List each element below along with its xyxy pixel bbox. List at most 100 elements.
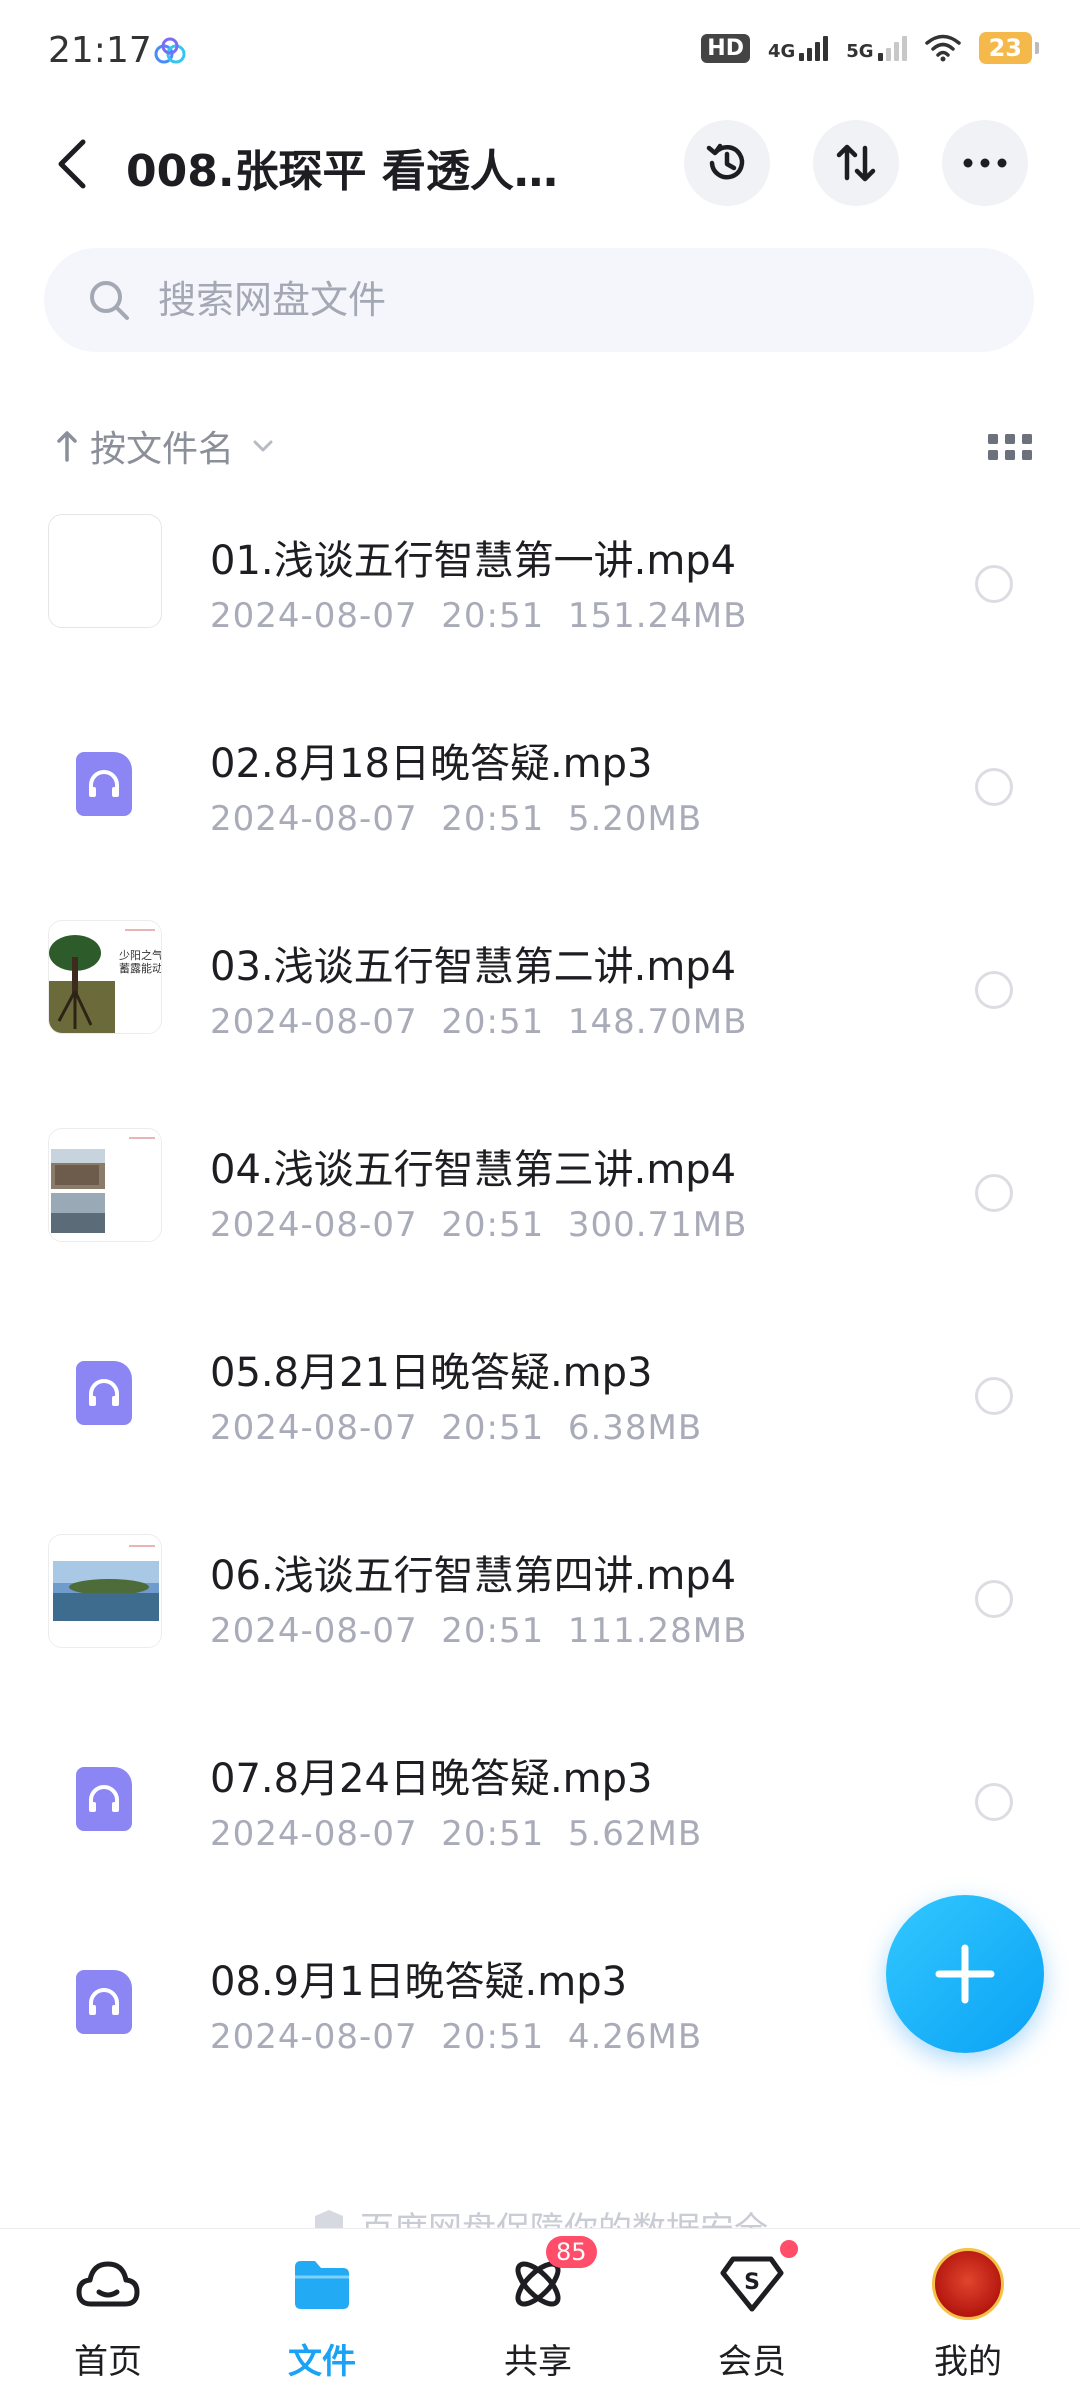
file-date: 2024-08-07 (210, 799, 418, 839)
select-radio[interactable] (975, 1783, 1013, 1821)
history-clock-icon (706, 143, 745, 180)
headphones-icon (89, 1785, 119, 1812)
tab-share[interactable]: 85 共享 (468, 2236, 608, 2398)
sort-up-arrow-icon (57, 431, 77, 462)
baidu-cloud-notification-icon (154, 37, 186, 64)
audio-file-icon (76, 752, 132, 816)
tree-thumbnail-image (49, 921, 161, 1033)
avatar (932, 2248, 1004, 2320)
file-time: 20:51 (441, 1611, 545, 1651)
file-meta: 2024-08-07 20:51 5.20MB (210, 799, 702, 839)
select-radio[interactable] (975, 1580, 1013, 1618)
tab-files[interactable]: 文件 (252, 2248, 392, 2398)
audio-file-icon (76, 1361, 132, 1425)
file-date: 2024-08-07 (210, 1205, 418, 1245)
signal-bars-icon (799, 35, 829, 61)
select-radio[interactable] (975, 1377, 1013, 1415)
network-5g-label: 5G (846, 41, 874, 62)
home-cloud-icon (72, 2248, 144, 2320)
battery-indicator: 23 (978, 32, 1040, 64)
more-options-button[interactable] (942, 120, 1028, 206)
file-time: 20:51 (441, 1205, 545, 1245)
status-time: 21:17 (48, 30, 152, 71)
file-time: 20:51 (441, 2017, 545, 2057)
file-name: 06.浅谈五行智慧第四讲.mp4 (210, 1553, 737, 1599)
file-date: 2024-08-07 (210, 1002, 418, 1042)
file-size: 5.20MB (567, 799, 703, 839)
video-thumbnail: 少阳之气， 蓄露能动 (48, 920, 162, 1034)
wifi-icon (924, 34, 961, 62)
file-time: 20:51 (441, 1408, 545, 1448)
tab-mine[interactable]: 我的 (898, 2248, 1038, 2398)
tab-vip[interactable]: S 会员 (682, 2240, 822, 2398)
file-row[interactable]: 04.浅谈五行智慧第三讲.mp4 2024-08-07 20:51 300.71… (0, 1123, 1080, 1326)
file-name: 03.浅谈五行智慧第二讲.mp4 (210, 944, 737, 990)
file-name: 01.浅谈五行智慧第一讲.mp4 (210, 538, 737, 584)
file-time: 20:51 (441, 799, 545, 839)
file-name: 05.8月21日晚答疑.mp3 (210, 1350, 653, 1396)
status-indicators: HD 4G 5G 23 (701, 32, 1040, 64)
lake-thumbnail-image (49, 1535, 161, 1647)
file-time: 20:51 (441, 596, 545, 636)
file-meta: 2024-08-07 20:51 6.38MB (210, 1408, 702, 1448)
file-date: 2024-08-07 (210, 596, 418, 636)
plus-icon (935, 1944, 995, 2004)
file-row[interactable]: 01.浅谈五行智慧第一讲.mp4 2024-08-07 20:51 151.24… (0, 514, 1080, 717)
headphones-icon (89, 1379, 119, 1406)
video-thumbnail (48, 1534, 162, 1648)
file-date: 2024-08-07 (210, 2017, 418, 2057)
file-date: 2024-08-07 (210, 1814, 418, 1854)
audio-file-icon (76, 1767, 132, 1831)
file-date: 2024-08-07 (210, 1408, 418, 1448)
file-name: 07.8月24日晚答疑.mp3 (210, 1756, 653, 1802)
tab-files-label: 文件 (288, 2342, 356, 2382)
audio-file-icon (76, 1970, 132, 2034)
thumbnail-caption: 少阳之气， 蓄露能动 (119, 949, 162, 975)
file-meta: 2024-08-07 20:51 4.26MB (210, 2017, 702, 2057)
more-dots-icon (963, 158, 1007, 168)
file-row[interactable]: 05.8月21日晚答疑.mp3 2024-08-07 20:51 6.38MB (0, 1326, 1080, 1529)
file-row[interactable]: 07.8月24日晚答疑.mp3 2024-08-07 20:51 5.62MB (0, 1732, 1080, 1935)
back-button[interactable] (44, 130, 100, 198)
file-meta: 2024-08-07 20:51 300.71MB (210, 1205, 747, 1245)
sort-label: 按文件名 (90, 429, 235, 470)
file-size: 151.24MB (567, 596, 748, 636)
transfer-button[interactable] (813, 120, 899, 206)
file-size: 5.62MB (567, 1814, 703, 1854)
tab-home-label: 首页 (74, 2342, 142, 2382)
file-time: 20:51 (441, 1814, 545, 1854)
file-meta: 2024-08-07 20:51 151.24MB (210, 596, 747, 636)
signal-bars-icon (877, 35, 907, 61)
search-bar[interactable] (44, 248, 1034, 352)
chevron-down-icon (253, 440, 273, 452)
network-4g-label: 4G (767, 41, 796, 62)
file-row[interactable]: 少阳之气， 蓄露能动 03.浅谈五行智慧第二讲.mp4 2024-08-07 2… (0, 920, 1080, 1123)
file-row[interactable]: 06.浅谈五行智慧第四讲.mp4 2024-08-07 20:51 111.28… (0, 1529, 1080, 1732)
back-arrow-icon (58, 139, 86, 189)
select-radio[interactable] (975, 971, 1013, 1009)
tab-mine-label: 我的 (934, 2342, 1002, 2382)
vip-diamond-icon: S (716, 2240, 798, 2320)
svg-text:S: S (744, 2270, 760, 2295)
video-thumbnail (48, 1128, 162, 1242)
headphones-icon (89, 1988, 119, 2015)
select-radio[interactable] (975, 768, 1013, 806)
file-meta: 2024-08-07 20:51 111.28MB (210, 1611, 747, 1651)
transfer-arrows-icon (836, 144, 876, 182)
tab-home[interactable]: 首页 (38, 2248, 178, 2398)
file-meta: 2024-08-07 20:51 148.70MB (210, 1002, 747, 1042)
history-button[interactable] (684, 120, 770, 206)
select-radio[interactable] (975, 565, 1013, 603)
file-row[interactable]: 02.8月18日晚答疑.mp3 2024-08-07 20:51 5.20MB (0, 717, 1080, 920)
add-button[interactable] (886, 1895, 1044, 2053)
select-radio[interactable] (975, 1174, 1013, 1212)
video-thumbnail (48, 514, 162, 628)
file-date: 2024-08-07 (210, 1611, 418, 1651)
search-input[interactable] (156, 277, 940, 323)
grid-view-icon[interactable] (986, 428, 1034, 468)
sort-selector[interactable]: 按文件名 (56, 420, 274, 472)
file-size: 111.28MB (567, 1611, 748, 1651)
search-icon (90, 281, 129, 320)
share-orbit-icon: 85 (502, 2236, 597, 2320)
file-name: 08.9月1日晚答疑.mp3 (210, 1959, 628, 2005)
